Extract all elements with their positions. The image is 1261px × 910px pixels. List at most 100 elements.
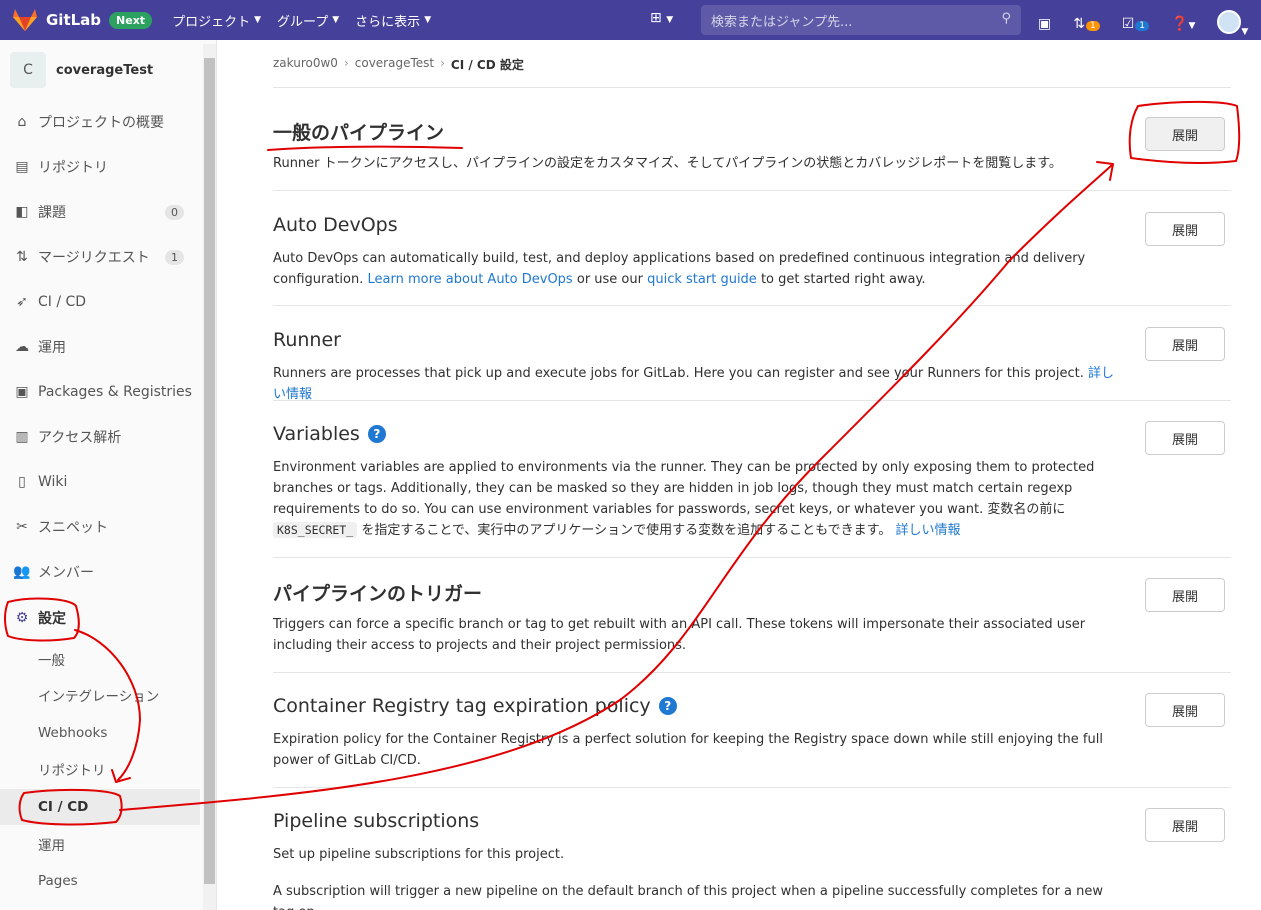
expand-triggers-button[interactable]: 展開 [1145,578,1225,612]
merge-request-icon: ⇅ [16,249,28,265]
section-title-registry: Container Registry tag expiration policy… [273,695,677,717]
sidebar-sub-pages[interactable]: Pages [0,863,200,899]
section-title-autodevops: Auto DevOps [273,214,398,236]
sidebar-item-members[interactable]: 👥 メンバー [0,552,200,592]
issues-nav-icon[interactable]: ▣ [1038,16,1051,32]
merge-count-badge: 1 [1085,21,1100,31]
nav-more[interactable]: さらに表示 ▼ [355,11,431,30]
sidebar-sub-integrations[interactable]: インテグレーション [0,677,200,713]
chevron-down-icon: ▼ [332,15,340,25]
section-desc2-subscriptions: A subscription will trigger a new pipeli… [273,884,1104,910]
merge-requests-nav[interactable]: ⇅ 1 [1073,16,1100,32]
nav-menu: プロジェクト ▼ グループ ▼ さらに表示 ▼ [172,11,431,30]
sidebar-item-overview[interactable]: ⌂ プロジェクトの概要 [0,102,200,142]
breadcrumb: zakuro0w0 › coverageTest › CI / CD 設定 [273,56,524,73]
section-title-general: 一般のパイプライン [273,122,445,144]
quick-start-guide-link[interactable]: quick start guide [647,272,757,287]
expand-variables-button[interactable]: 展開 [1145,421,1225,455]
nav-projects[interactable]: プロジェクト ▼ [172,11,261,30]
sidebar-sub-webhooks[interactable]: Webhooks [0,715,200,751]
rocket-icon: ➶ [16,294,28,310]
nav-groups[interactable]: グループ ▼ [277,11,339,30]
section-title-triggers: パイプラインのトリガー [273,583,483,605]
project-name: coverageTest [56,62,154,78]
expand-runner-button[interactable]: 展開 [1145,327,1225,361]
breadcrumb-current[interactable]: CI / CD 設定 [451,56,524,73]
help-icon[interactable]: ? [658,697,677,715]
nav-icons: ▣ ⇅ 1 ☑ 1 ❓▼ ▼ [1038,10,1248,38]
package-icon: ▣ [15,384,29,400]
sidebar-sub-general[interactable]: 一般 [0,641,200,677]
sidebar-sub-operations[interactable]: 運用 [0,826,200,862]
user-menu[interactable]: ▼ [1217,10,1248,38]
divider [273,557,1231,558]
cloud-icon: ☁ [15,339,29,355]
gitlab-logo[interactable]: GitLab Next [12,8,153,32]
sidebar-scrollbar[interactable] [203,44,216,910]
brand-name: GitLab [46,11,102,29]
document-icon: ▤ [15,159,29,175]
plus-icon: ⊞ [650,10,662,26]
expand-subscriptions-button[interactable]: 展開 [1145,808,1225,842]
divider [273,400,1231,401]
section-desc-general: Runner トークンにアクセスし、パイプラインの設定をカスタマイズ、そしてパイ… [273,156,1062,171]
section-desc-subscriptions: Set up pipeline subscriptions for this p… [273,847,565,862]
expand-autodevops-button[interactable]: 展開 [1145,212,1225,246]
title-underline [267,145,463,151]
scrollbar-thumb[interactable] [204,58,215,884]
chevron-down-icon: ▼ [254,15,262,25]
search-input[interactable]: 検索またはジャンプ先... ⚲ [701,5,1021,35]
next-badge[interactable]: Next [109,11,153,29]
new-dropdown-button[interactable]: ⊞ ▼ [650,10,673,26]
expand-general-button[interactable]: 展開 [1145,117,1225,151]
sidebar-item-wiki[interactable]: ▯ Wiki [0,462,200,502]
sidebar-item-merge-requests[interactable]: ⇅ マージリクエスト 1 [0,237,200,277]
section-desc-runner: Runners are processes that pick up and e… [273,366,1115,402]
sidebar-item-issues[interactable]: ◧ 課題 0 [0,192,200,232]
help-icon[interactable]: ? [367,425,386,443]
issues-count-badge: 0 [165,204,184,220]
fox-logo-icon [13,9,37,31]
section-title-subscriptions: Pipeline subscriptions [273,810,480,832]
project-header[interactable]: C coverageTest [10,52,153,88]
gear-icon: ⚙ [15,610,29,626]
scissors-icon: ✂ [16,519,28,535]
sidebar-item-operations[interactable]: ☁ 運用 [0,327,200,367]
sidebar-item-repository[interactable]: ▤ リポジトリ [0,147,200,187]
sidebar-item-cicd[interactable]: ➶ CI / CD [0,282,200,322]
top-navbar: GitLab Next プロジェクト ▼ グループ ▼ さらに表示 ▼ ⊞ ▼ 検索ま… [0,0,1261,40]
chevron-down-icon: ▼ [1188,21,1196,31]
project-avatar: C [10,52,46,88]
variables-more-info-link[interactable]: 詳しい情報 [895,523,960,538]
avatar [1217,10,1242,34]
chevron-down-icon: ▼ [424,15,432,25]
sidebar-item-packages[interactable]: ▣ Packages & Registries [0,372,200,412]
chevron-down-icon: ▼ [1241,27,1249,37]
section-desc-registry: Expiration policy for the Container Regi… [273,732,1103,768]
help-dropdown[interactable]: ❓▼ [1171,16,1195,32]
chevron-down-icon: ▼ [666,15,674,25]
divider [273,672,1231,673]
section-desc-autodevops: Auto DevOps can automatically build, tes… [273,251,1086,287]
divider [273,787,1231,788]
divider [273,305,1231,306]
sidebar-item-snippets[interactable]: ✂ スニペット [0,507,200,547]
sidebar-sub-repository[interactable]: リポジトリ [0,751,200,787]
sidebar-sub-cicd[interactable]: CI / CD [0,789,200,825]
expand-registry-button[interactable]: 展開 [1145,693,1225,727]
breadcrumb-separator: › [440,56,445,70]
todo-count-badge: 1 [1135,21,1149,31]
checkbox-icon: ☑ [1121,16,1135,32]
variable-prefix-code: K8S_SECRET_ [273,522,358,538]
breadcrumb-namespace[interactable]: zakuro0w0 [273,56,338,73]
learn-more-autodevops-link[interactable]: Learn more about Auto DevOps [368,272,573,287]
sidebar-item-analytics[interactable]: ▥ アクセス解析 [0,417,200,457]
help-icon: ❓ [1171,16,1189,32]
sidebar-item-settings[interactable]: ⚙ 設定 [0,598,200,638]
section-desc-triggers: Triggers can force a specific branch or … [273,617,1086,653]
breadcrumb-project[interactable]: coverageTest [355,56,434,73]
merge-request-icon: ⇅ [1073,16,1085,32]
home-icon: ⌂ [17,114,27,130]
todos-nav[interactable]: ☑ 1 [1122,16,1149,32]
section-title-variables: Variables ? [273,423,386,445]
